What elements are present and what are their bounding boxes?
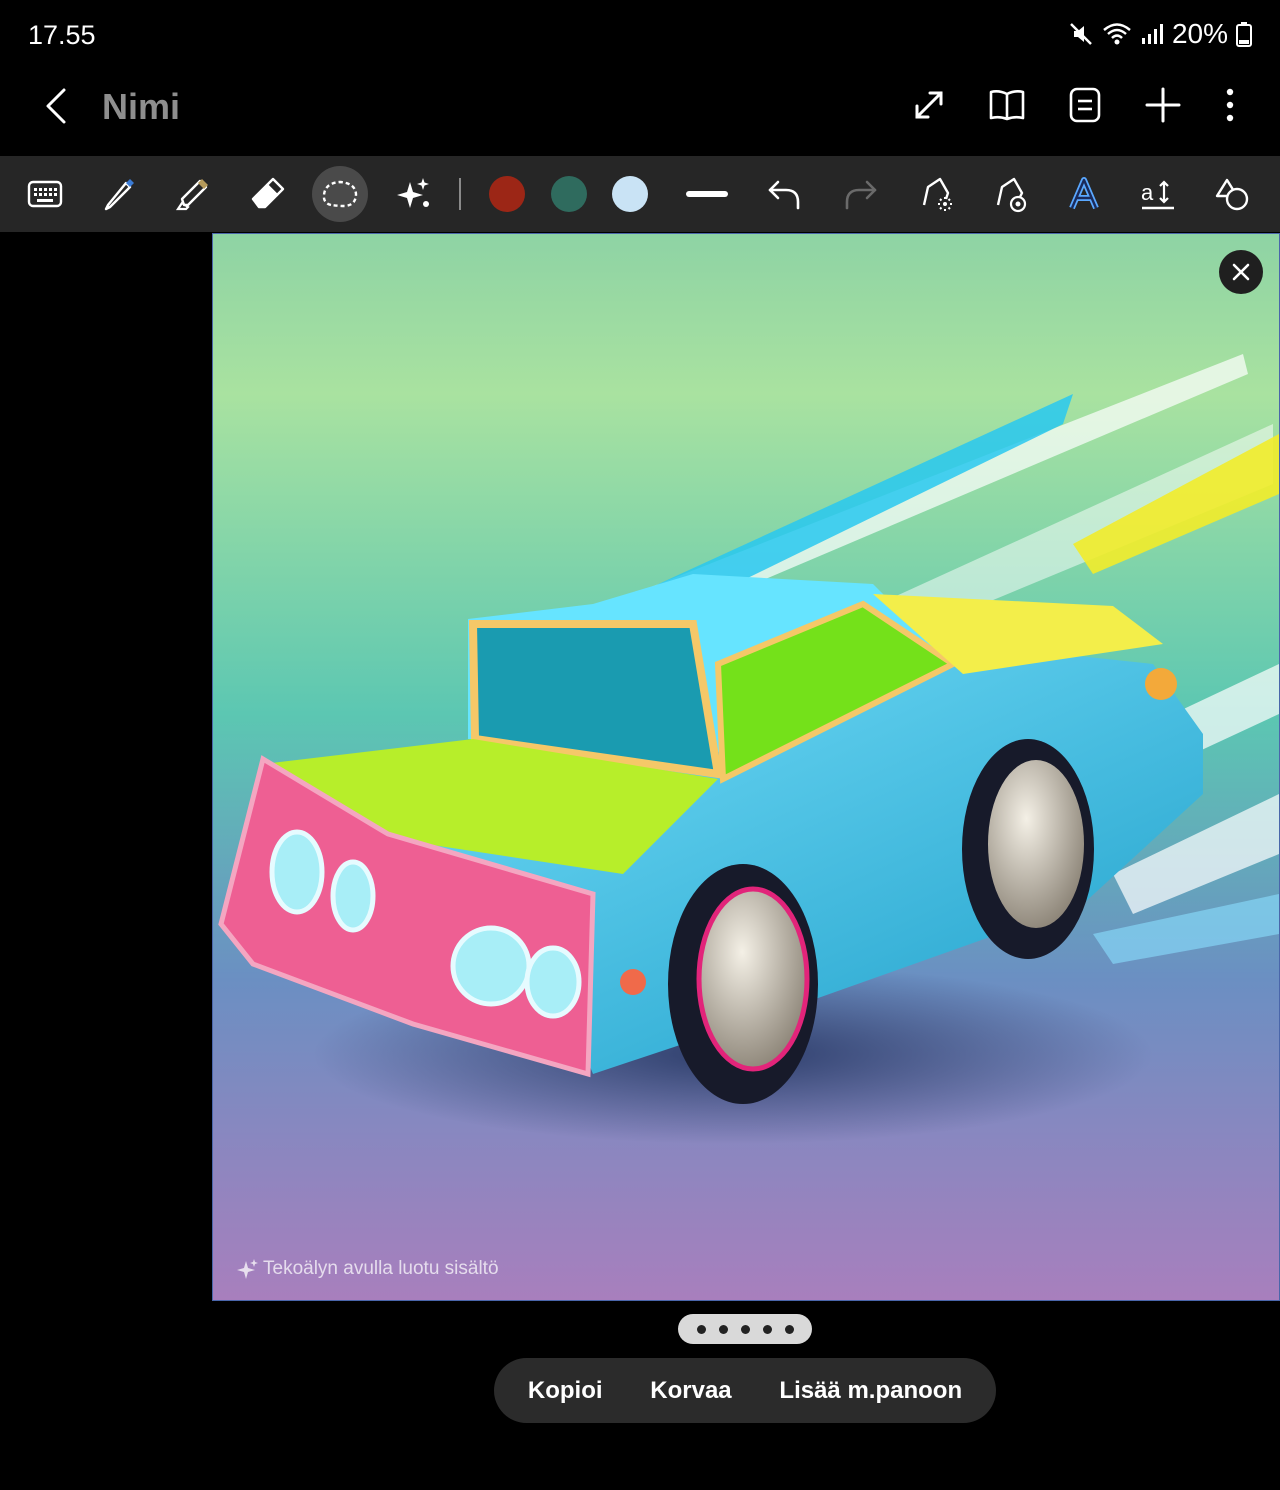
keyboard-button[interactable] bbox=[17, 166, 73, 222]
shapes-icon bbox=[1215, 178, 1249, 211]
status-time: 17.55 bbox=[28, 20, 96, 50]
battery-icon bbox=[1236, 22, 1252, 47]
handle-dot bbox=[762, 1324, 772, 1334]
more-icon bbox=[1226, 88, 1234, 122]
highlighter-tool[interactable] bbox=[165, 166, 221, 222]
pen-settings-icon bbox=[996, 177, 1027, 213]
signal-icon bbox=[1141, 24, 1163, 44]
eraser-icon bbox=[251, 177, 285, 209]
undo-button[interactable] bbox=[756, 166, 812, 222]
expand-icon bbox=[915, 91, 943, 119]
panel-drag-handle[interactable] bbox=[678, 1314, 812, 1344]
more-options-button[interactable] bbox=[1220, 84, 1240, 126]
app-header: Nimi bbox=[0, 72, 1280, 156]
highlighter-icon bbox=[175, 179, 208, 211]
svg-text:a: a bbox=[1141, 180, 1154, 205]
handle-dot bbox=[784, 1324, 794, 1334]
pen-icon bbox=[104, 179, 134, 211]
redo-button[interactable] bbox=[833, 166, 889, 222]
text-style-button[interactable] bbox=[1056, 166, 1112, 222]
battery-percent: 20% bbox=[1171, 18, 1228, 49]
add-button[interactable] bbox=[1142, 84, 1184, 126]
pen-settings-button[interactable] bbox=[983, 166, 1039, 222]
shape-pen-button[interactable] bbox=[909, 166, 965, 222]
redo-icon bbox=[845, 180, 877, 210]
text-view-icon bbox=[1069, 87, 1101, 123]
document-title[interactable]: Nimi bbox=[102, 86, 180, 128]
lasso-tool[interactable] bbox=[312, 166, 368, 222]
text-size-icon: a bbox=[1141, 180, 1174, 210]
wifi-icon bbox=[1103, 23, 1131, 45]
status-bar: 17.55 20% bbox=[0, 0, 1280, 72]
handle-dot bbox=[696, 1324, 706, 1334]
color-swatch-red[interactable] bbox=[489, 176, 525, 212]
eraser-tool[interactable] bbox=[238, 166, 294, 222]
handle-dot bbox=[740, 1324, 750, 1334]
back-button[interactable] bbox=[36, 84, 80, 128]
color-swatch-lightblue[interactable] bbox=[612, 176, 648, 212]
stroke-width-button[interactable] bbox=[679, 166, 735, 222]
header-actions bbox=[908, 84, 1240, 126]
mute-icon bbox=[1070, 23, 1092, 45]
image-action-menu: Kopioi Korvaa Lisää m.panoon bbox=[494, 1358, 996, 1423]
book-view-button[interactable] bbox=[986, 84, 1028, 126]
ai-car-artwork bbox=[213, 234, 1279, 1300]
handle-dot bbox=[718, 1324, 728, 1334]
stroke-width-icon bbox=[686, 191, 728, 197]
text-style-icon bbox=[1069, 177, 1099, 210]
ai-generated-label: Tekoälyn avulla luotu sisältö bbox=[237, 1258, 499, 1280]
add-icon bbox=[1145, 87, 1181, 123]
text-view-button[interactable] bbox=[1064, 84, 1106, 126]
keyboard-icon bbox=[27, 180, 63, 208]
close-image-button[interactable] bbox=[1219, 250, 1263, 294]
color-swatch-teal[interactable] bbox=[551, 176, 587, 212]
generated-image[interactable]: Tekoälyn avulla luotu sisältö bbox=[212, 233, 1280, 1301]
book-icon bbox=[989, 90, 1025, 121]
add-to-clipboard-button[interactable]: Lisää m.panoon bbox=[769, 1369, 972, 1413]
text-size-button[interactable]: a bbox=[1130, 166, 1186, 222]
ai-label-text: Tekoälyn avulla luotu sisältö bbox=[263, 1258, 499, 1279]
ai-sparkle-icon bbox=[397, 178, 429, 208]
pen-tool[interactable] bbox=[91, 166, 147, 222]
ai-sparkle-small-icon bbox=[237, 1259, 258, 1279]
shape-pen-icon bbox=[922, 177, 952, 211]
undo-icon bbox=[768, 180, 800, 210]
ai-assist-tool[interactable] bbox=[386, 166, 442, 222]
shapes-button[interactable] bbox=[1204, 166, 1260, 222]
toolbar-divider bbox=[459, 178, 461, 210]
back-arrow-icon bbox=[46, 88, 66, 124]
expand-button[interactable] bbox=[908, 84, 950, 126]
copy-button[interactable]: Kopioi bbox=[518, 1369, 613, 1413]
drawing-toolbar: a bbox=[0, 156, 1280, 232]
status-icons: 20% bbox=[1068, 18, 1252, 50]
replace-button[interactable]: Korvaa bbox=[640, 1369, 741, 1413]
close-icon bbox=[1232, 263, 1250, 281]
lasso-icon bbox=[322, 180, 358, 208]
